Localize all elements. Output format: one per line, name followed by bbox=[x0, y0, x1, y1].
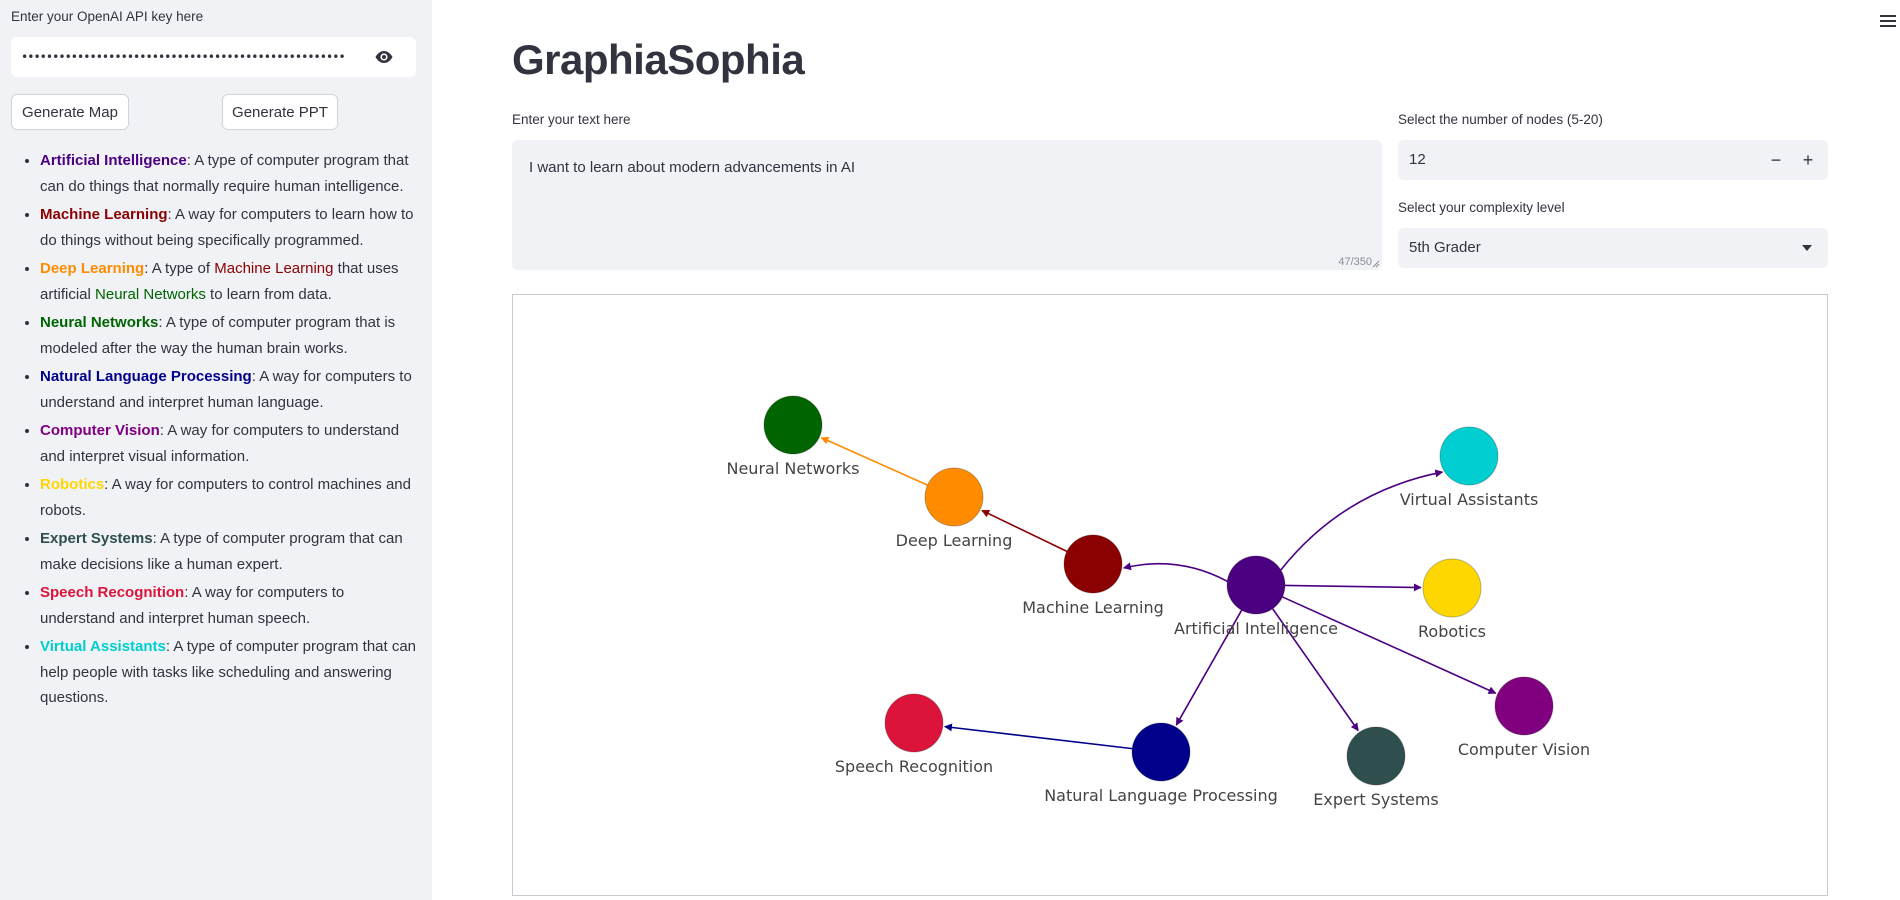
edge-ai-ml bbox=[1122, 562, 1228, 583]
definition-linked-term: Neural Networks bbox=[95, 285, 206, 303]
nodes-count-input[interactable]: 12 − + bbox=[1398, 140, 1828, 180]
node-nlp[interactable] bbox=[1131, 722, 1191, 782]
definition-term: Neural Networks bbox=[40, 314, 159, 331]
definition-item: Computer Vision: A way for computers to … bbox=[40, 418, 420, 469]
eye-icon[interactable] bbox=[374, 49, 394, 65]
chevron-down-icon bbox=[1802, 245, 1812, 251]
sidebar: Enter your OpenAI API key here •••••••••… bbox=[0, 0, 432, 900]
node-label-ml: Machine Learning bbox=[1022, 598, 1164, 617]
hamburger-menu-icon[interactable] bbox=[1880, 14, 1896, 28]
node-va[interactable] bbox=[1439, 426, 1499, 486]
definition-term: Expert Systems bbox=[40, 530, 153, 547]
node-label-dl: Deep Learning bbox=[896, 531, 1013, 550]
node-label-sr: Speech Recognition bbox=[835, 757, 993, 776]
definition-item: Artificial Intelligence: A type of compu… bbox=[40, 148, 420, 199]
node-rob[interactable] bbox=[1422, 558, 1482, 618]
definition-term: Robotics bbox=[40, 476, 105, 493]
definition-item: Expert Systems: A type of computer progr… bbox=[40, 526, 420, 577]
edge-ai-rob bbox=[1284, 583, 1422, 592]
node-label-nlp: Natural Language Processing bbox=[1044, 786, 1278, 805]
node-nn[interactable] bbox=[763, 395, 823, 455]
nodes-count-label: Select the number of nodes (5-20) bbox=[1398, 112, 1603, 127]
definition-term: Machine Learning bbox=[40, 206, 168, 223]
definition-term: Speech Recognition bbox=[40, 584, 185, 601]
definitions-list: Artificial Intelligence: A type of compu… bbox=[10, 148, 420, 714]
api-key-label: Enter your OpenAI API key here bbox=[11, 9, 204, 24]
complexity-label: Select your complexity level bbox=[1398, 200, 1565, 215]
text-input-area[interactable]: I want to learn about modern advancement… bbox=[512, 140, 1382, 270]
node-label-es: Expert Systems bbox=[1313, 790, 1439, 809]
edge-ai-va bbox=[1280, 469, 1444, 571]
char-count: 47/350 bbox=[1338, 256, 1372, 268]
edge-nlp-sr bbox=[943, 723, 1133, 750]
node-sr[interactable] bbox=[884, 693, 944, 753]
definition-term: Natural Language Processing bbox=[40, 368, 252, 385]
definition-term: Virtual Assistants bbox=[40, 638, 166, 655]
node-label-cv: Computer Vision bbox=[1458, 740, 1590, 759]
decrement-button[interactable]: − bbox=[1764, 148, 1788, 172]
node-label-ai: Artificial Intelligence bbox=[1174, 619, 1338, 638]
node-label-nn: Neural Networks bbox=[726, 459, 859, 478]
page-title: GraphiaSophia bbox=[512, 36, 805, 83]
complexity-select[interactable]: 5th Grader bbox=[1398, 228, 1828, 268]
text-input-value[interactable]: I want to learn about modern advancement… bbox=[529, 159, 855, 176]
node-cv[interactable] bbox=[1494, 676, 1554, 736]
definition-item: Virtual Assistants: A type of computer p… bbox=[40, 634, 420, 711]
definition-item: Natural Language Processing: A way for c… bbox=[40, 364, 420, 415]
api-key-field[interactable]: ••••••••••••••••••••••••••••••••••••••••… bbox=[11, 37, 416, 77]
api-key-input[interactable]: ••••••••••••••••••••••••••••••••••••••••… bbox=[21, 44, 361, 70]
nodes-count-value[interactable]: 12 bbox=[1409, 151, 1426, 168]
definition-item: Neural Networks: A type of computer prog… bbox=[40, 310, 420, 361]
definition-item: Deep Learning: A type of Machine Learnin… bbox=[40, 256, 420, 307]
concept-map-graph: Artificial Intelligence Machine Learning D… bbox=[726, 395, 1590, 809]
generate-ppt-button[interactable]: Generate PPT bbox=[222, 94, 338, 130]
generate-map-button[interactable]: Generate Map bbox=[11, 94, 129, 130]
definition-linked-term: Machine Learning bbox=[214, 260, 334, 277]
increment-button[interactable]: + bbox=[1796, 148, 1820, 172]
definition-term: Computer Vision bbox=[40, 422, 160, 439]
node-ml[interactable] bbox=[1063, 534, 1123, 594]
text-input-label: Enter your text here bbox=[512, 112, 631, 127]
node-ai[interactable] bbox=[1226, 555, 1286, 615]
definition-term: Artificial Intelligence bbox=[40, 152, 187, 169]
definition-term: Deep Learning bbox=[40, 260, 145, 277]
definition-text: : A type of bbox=[144, 260, 215, 277]
resize-grip-icon[interactable] bbox=[1372, 260, 1380, 268]
definition-item: Speech Recognition: A way for computers … bbox=[40, 580, 420, 631]
node-label-rob: Robotics bbox=[1418, 622, 1486, 641]
definition-text: to learn from data. bbox=[205, 285, 332, 303]
node-dl[interactable] bbox=[924, 467, 984, 527]
node-label-va: Virtual Assistants bbox=[1400, 490, 1539, 509]
node-es[interactable] bbox=[1346, 726, 1406, 786]
concept-map-frame: Artificial Intelligence Machine Learning D… bbox=[512, 294, 1828, 896]
definition-item: Robotics: A way for computers to control… bbox=[40, 472, 420, 523]
definition-item: Machine Learning: A way for computers to… bbox=[40, 202, 420, 253]
complexity-value: 5th Grader bbox=[1409, 239, 1481, 256]
